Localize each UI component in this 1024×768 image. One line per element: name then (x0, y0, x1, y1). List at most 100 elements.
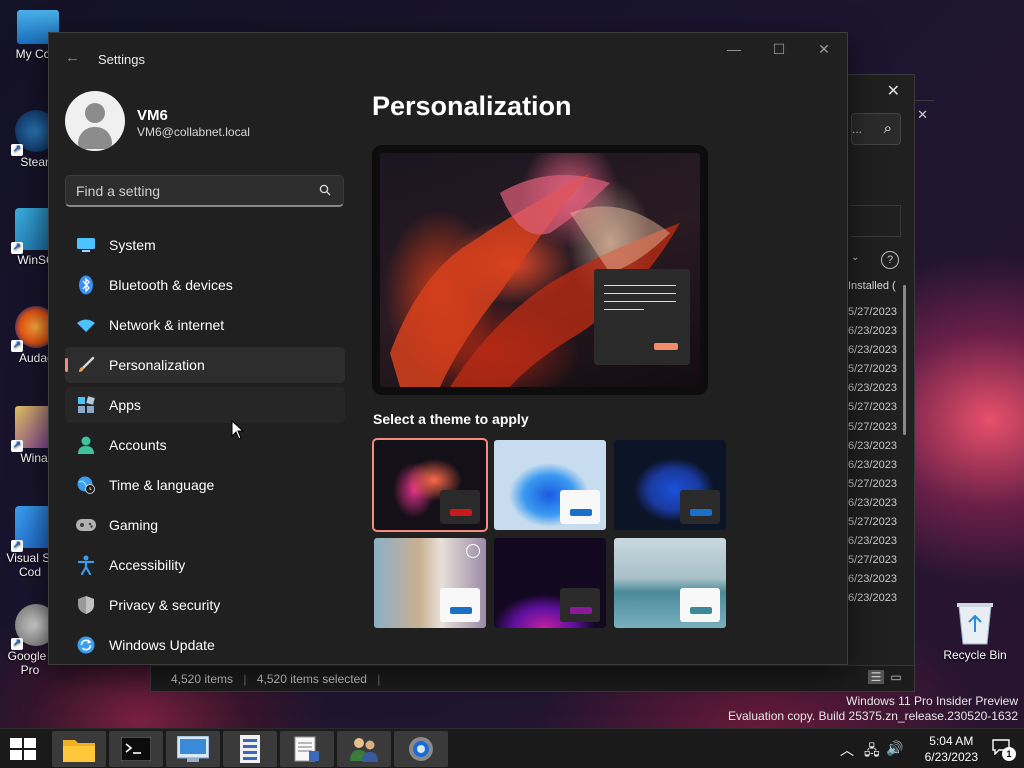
nav-item-system[interactable]: System (65, 227, 345, 263)
theme-heading: Select a theme to apply (373, 411, 529, 427)
theme-accent-swatch (690, 607, 712, 614)
windows-logo-icon (10, 738, 22, 748)
registry-icon (240, 735, 260, 763)
nav-item-label: Apps (109, 397, 141, 413)
theme-option-spotlight[interactable] (374, 538, 486, 628)
accounts-icon (76, 435, 96, 455)
nav-item-network-internet[interactable]: Network & internet (65, 307, 345, 343)
date-cell: 5/27/2023 (848, 401, 897, 414)
system-tray: ︿ 🖧 🔊 5:04 AM 6/23/2023 1 (834, 729, 1024, 768)
preview-line (604, 293, 676, 294)
back-arrow-icon[interactable]: ← (65, 49, 80, 66)
minimize-button[interactable]: — (711, 41, 757, 57)
chevron-down-icon[interactable]: ⌄ (851, 252, 859, 263)
recycle-bin-label: Recycle Bin (943, 648, 1007, 662)
column-header-installed[interactable]: Installed ( (848, 280, 896, 292)
taskbar-settings[interactable] (394, 731, 448, 767)
volume-icon[interactable]: 🔊 (886, 740, 903, 757)
search-icon (319, 184, 331, 196)
date-cell: 5/27/2023 (848, 306, 897, 318)
taskbar-clock[interactable]: 5:04 AM 6/23/2023 (925, 733, 978, 765)
avatar[interactable] (65, 91, 125, 151)
nav-item-label: Personalization (109, 357, 205, 373)
desktop-icon-recycle-bin[interactable]: Recycle Bin (940, 600, 1010, 662)
taskbar-remote-desktop[interactable] (166, 731, 220, 767)
nav-item-apps[interactable]: Apps (65, 387, 345, 423)
clock-date: 6/23/2023 (924, 750, 978, 764)
nav-item-gaming[interactable]: Gaming (65, 507, 345, 543)
file-explorer-icon (63, 740, 95, 762)
theme-accent-swatch (450, 509, 472, 516)
preview-accent-button (654, 343, 678, 350)
details-view-icon[interactable]: ☰ (868, 670, 884, 684)
theme-option-flow[interactable] (614, 538, 726, 628)
theme-mini-window (560, 588, 600, 622)
window-title: Settings (98, 52, 145, 67)
maximize-button[interactable]: ☐ (756, 41, 802, 58)
theme-mini-window (680, 490, 720, 524)
network-icon[interactable]: 🖧 (864, 740, 880, 764)
theme-accent-swatch (570, 509, 592, 516)
date-cell: 5/27/2023 (848, 363, 897, 376)
start-button[interactable] (10, 738, 36, 760)
explorer-status-bar: 4,520 items | 4,520 items selected | ☰ ▭ (151, 665, 914, 691)
nav-item-privacy-security[interactable]: Privacy & security (65, 587, 345, 623)
chevron-up-icon[interactable]: ︿ (840, 740, 854, 760)
close-button[interactable]: ✕ (801, 41, 847, 58)
preview-line (604, 301, 676, 302)
view-toggle[interactable]: ☰ ▭ (864, 670, 904, 684)
windows-logo-icon (10, 750, 22, 760)
theme-option-dark-bloom[interactable] (614, 440, 726, 530)
explorer-close-icon[interactable]: ✕ (887, 81, 900, 101)
nav-item-time-language[interactable]: Time & language (65, 467, 345, 503)
windows-logo-icon (24, 750, 36, 760)
taskbar-file-explorer[interactable] (52, 731, 106, 767)
explorer-scrollbar[interactable] (903, 285, 906, 435)
user-email: VM6@collabnet.local (137, 125, 250, 139)
date-cell: 6/23/2023 (848, 573, 897, 586)
nav-item-label: Time & language (109, 477, 215, 493)
mouse-cursor (231, 420, 245, 440)
status-separator: | (377, 672, 381, 686)
gamepad-icon (76, 515, 96, 535)
theme-option-glow[interactable] (372, 438, 488, 532)
notepad-icon (294, 736, 319, 762)
status-separator: | (243, 672, 247, 686)
title-bar[interactable]: ← Settings — ☐ ✕ (49, 33, 847, 83)
theme-option-captured-motion[interactable] (494, 538, 606, 628)
spotlight-icon (466, 544, 480, 558)
settings-navigation: System Bluetooth & devices Network & int… (65, 227, 345, 664)
explorer-search-box[interactable]: ... ⌕ (851, 113, 901, 145)
user-profile[interactable]: VM6 VM6@collabnet.local (65, 91, 250, 151)
nav-item-bluetooth-devices[interactable]: Bluetooth & devices (65, 267, 345, 303)
theme-preview (372, 145, 708, 395)
preview-view-icon[interactable]: ▭ (888, 670, 904, 684)
nav-item-windows-update[interactable]: Windows Update (65, 627, 345, 663)
wifi-icon (76, 315, 96, 335)
date-cell: 5/27/2023 (848, 477, 897, 490)
search-input[interactable] (76, 176, 306, 206)
theme-accent-swatch (570, 607, 592, 614)
theme-mini-window (440, 490, 480, 524)
preview-line (604, 309, 644, 310)
taskbar-registry-editor[interactable] (223, 731, 277, 767)
date-cell: 6/23/2023 (848, 382, 897, 395)
status-item-count: 4,520 items (171, 672, 234, 686)
accessibility-icon (76, 555, 96, 575)
explorer-toolbar-button[interactable] (851, 205, 901, 237)
date-cell: 6/23/2023 (848, 344, 897, 357)
taskbar-users[interactable] (337, 731, 391, 767)
close-icon[interactable]: ✕ (917, 107, 928, 123)
theme-option-light-bloom[interactable] (494, 440, 606, 530)
notification-center[interactable]: 1 (992, 739, 1016, 761)
nav-item-accounts[interactable]: Accounts (65, 427, 345, 463)
brush-icon (76, 355, 96, 375)
help-icon[interactable]: ? (881, 251, 899, 269)
taskbar-notepad[interactable] (280, 731, 334, 767)
settings-window[interactable]: ← Settings — ☐ ✕ VM6 VM6@collabnet.local… (48, 32, 848, 665)
nav-item-accessibility[interactable]: Accessibility (65, 547, 345, 583)
taskbar-terminal[interactable] (109, 731, 163, 767)
find-setting-search[interactable] (65, 175, 344, 207)
explorer-search-text: ... (852, 122, 863, 136)
nav-item-personalization[interactable]: Personalization (65, 347, 345, 383)
